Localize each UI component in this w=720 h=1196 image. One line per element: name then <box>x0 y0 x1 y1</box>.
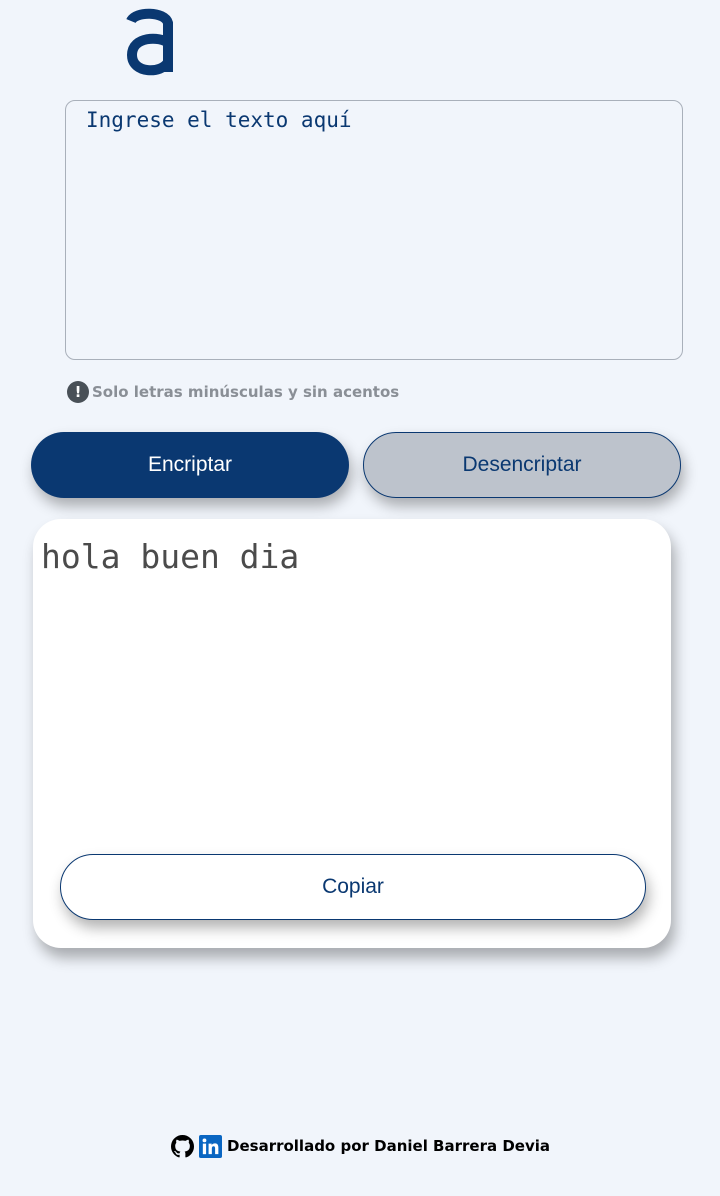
github-icon[interactable] <box>170 1134 194 1158</box>
hint-text: Solo letras minúsculas y sin acentos <box>92 382 400 401</box>
decrypt-button[interactable]: Desencriptar <box>363 432 681 498</box>
output-text: hola buen dia <box>41 537 300 576</box>
brand-logo <box>124 6 176 76</box>
footer: Desarrollado por Daniel Barrera Devia <box>0 1134 720 1158</box>
exclamation-circle-icon: ! <box>67 380 89 403</box>
footer-credit: Desarrollado por Daniel Barrera Devia <box>227 1137 550 1155</box>
output-panel: hola buen dia Copiar <box>33 519 671 948</box>
copy-button[interactable]: Copiar <box>60 854 646 920</box>
text-input[interactable] <box>65 100 683 360</box>
logo-a-icon <box>126 8 173 76</box>
encrypt-button[interactable]: Encriptar <box>31 432 349 498</box>
linkedin-icon[interactable] <box>198 1134 222 1158</box>
input-hint: ! Solo letras minúsculas y sin acentos <box>67 380 399 403</box>
